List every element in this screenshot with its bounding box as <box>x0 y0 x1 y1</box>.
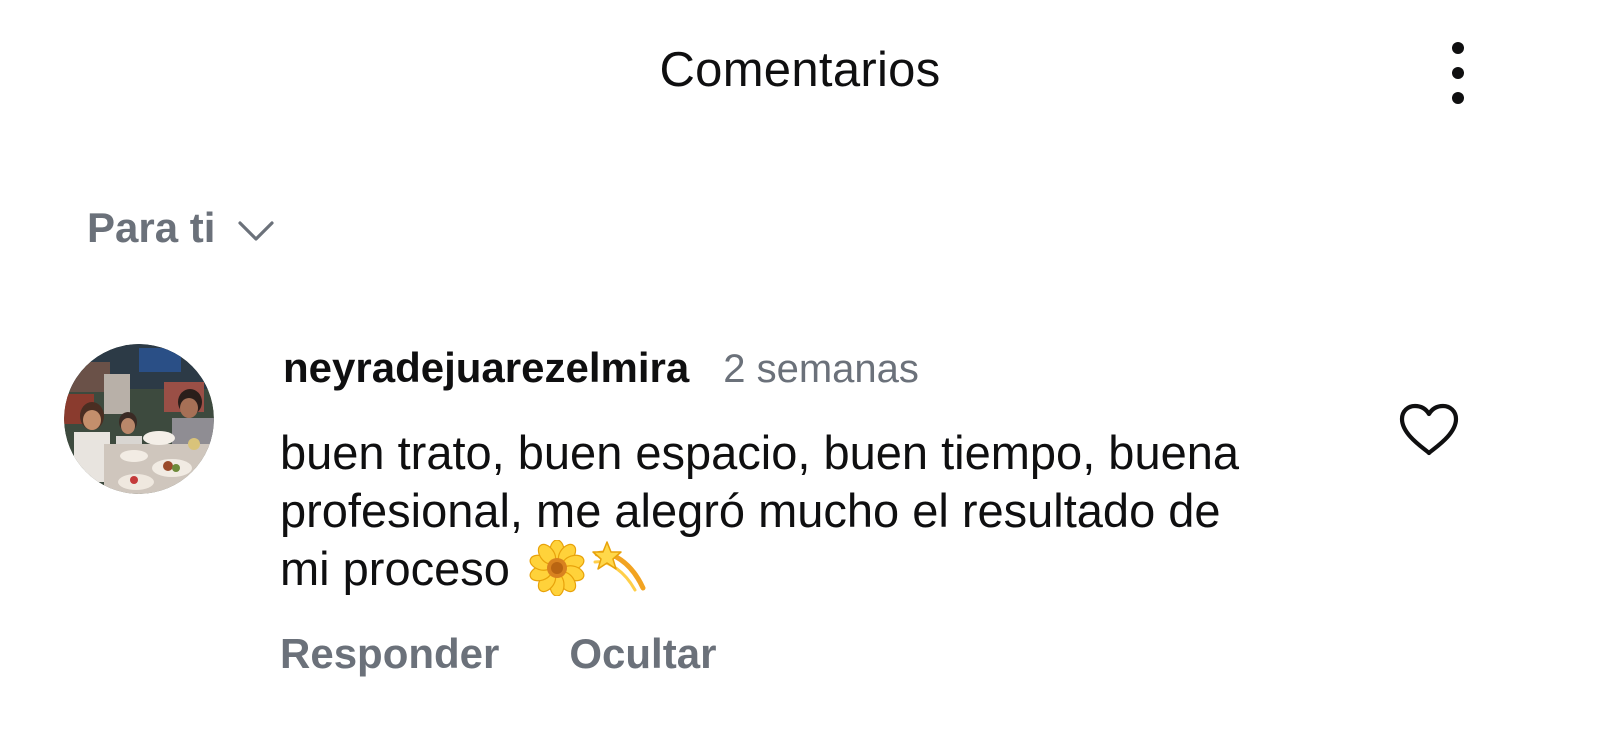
comment-actions: Responder Ocultar <box>280 630 716 678</box>
more-options-button[interactable] <box>1446 40 1470 108</box>
heart-outline-icon <box>1399 403 1459 456</box>
comment-text: buen trato, buen espacio, buen tiempo, b… <box>280 426 1240 595</box>
comments-screen: Comentarios Para ti neyradejuarezelmira … <box>0 0 1600 745</box>
like-button[interactable] <box>1398 402 1460 458</box>
comment-timestamp: 2 semanas <box>723 347 919 391</box>
hide-button[interactable]: Ocultar <box>569 630 716 678</box>
comment-username[interactable]: neyradejuarezelmira <box>283 344 689 392</box>
comment-body: buen trato, buen espacio, buen tiempo, b… <box>280 424 1280 598</box>
sort-dropdown[interactable]: Para ti <box>87 204 275 252</box>
sort-label: Para ti <box>87 204 216 251</box>
reply-button[interactable]: Responder <box>280 630 499 678</box>
avatar[interactable] <box>64 344 214 494</box>
comment-header: neyradejuarezelmira 2 semanas <box>283 344 919 392</box>
chevron-down-icon <box>238 221 275 241</box>
avatar-photo <box>64 344 214 494</box>
dizzy-star-emoji <box>592 540 646 592</box>
more-vertical-icon <box>1452 42 1464 104</box>
blossom-emoji <box>529 539 585 596</box>
page-title: Comentarios <box>659 43 941 97</box>
